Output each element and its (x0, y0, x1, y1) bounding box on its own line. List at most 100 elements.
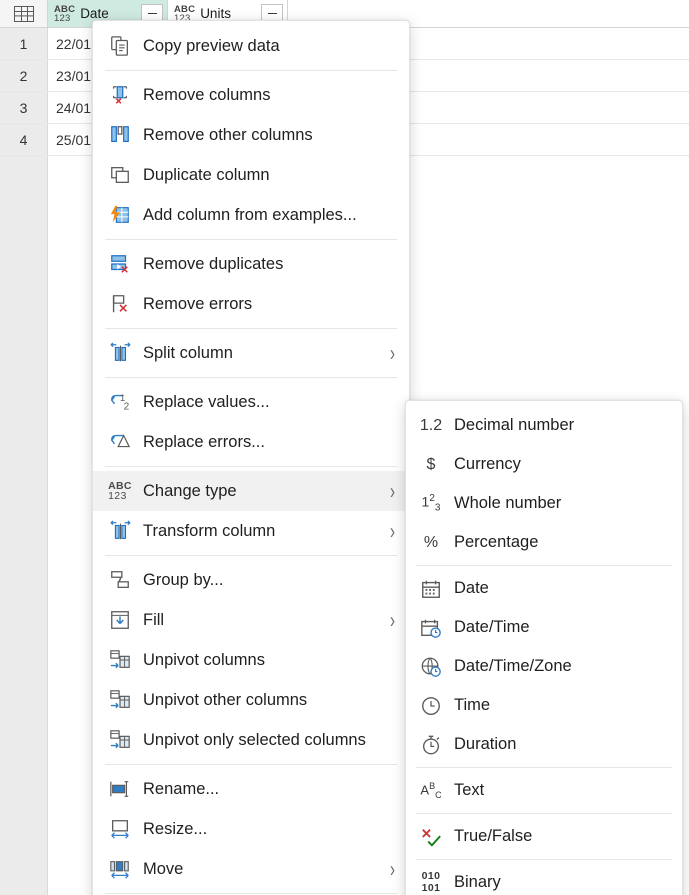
menu-item-fill[interactable]: Fill › (93, 600, 409, 640)
copy-icon (103, 33, 137, 59)
currency-icon: $ (416, 452, 446, 478)
menu-item-label: Fill (143, 611, 164, 630)
screenshot-root: ABC 123 Date ABC 123 Units 1 22/01 (0, 0, 689, 895)
submenu-item-percentage[interactable]: %Percentage (406, 523, 682, 562)
group-by-icon (103, 567, 137, 593)
menu-item-unpivot-only-selected-columns[interactable]: Unpivot only selected columns (93, 720, 409, 760)
menu-item-unpivot-other-columns[interactable]: Unpivot other columns (93, 680, 409, 720)
decimal-number-icon: 1.2 (416, 413, 446, 439)
menu-item-label: Resize... (143, 820, 207, 839)
submenu-item-date-time-zone[interactable]: Date/Time/Zone (406, 647, 682, 686)
chevron-right-icon: › (390, 858, 397, 881)
menu-separator (105, 764, 397, 765)
calendar-icon (416, 576, 446, 602)
submenu-item-decimal-number[interactable]: 1.2Decimal number (406, 406, 682, 445)
menu-item-label: Unpivot columns (143, 651, 265, 670)
menu-item-label: Remove other columns (143, 126, 313, 145)
menu-separator (105, 893, 397, 894)
menu-item-label: Remove errors (143, 295, 252, 314)
row-number: 1 (0, 28, 48, 59)
remove-errors-icon (103, 291, 137, 317)
whole-number-icon: 123 (416, 491, 446, 517)
remove-columns-icon (103, 82, 137, 108)
submenu-item-time[interactable]: Time (406, 686, 682, 725)
submenu-item-text[interactable]: ABCText (406, 771, 682, 810)
menu-item-move[interactable]: Move› (93, 849, 409, 889)
menu-separator (416, 813, 672, 814)
globe-clock-icon (416, 654, 446, 680)
menu-item-split-column[interactable]: Split column › (93, 333, 409, 373)
true-false-icon (416, 824, 446, 850)
row-number: 3 (0, 92, 48, 123)
rename-icon (103, 776, 137, 802)
unpivot-icon (103, 727, 137, 753)
resize-icon (103, 816, 137, 842)
type-icon-bottom: 123 (54, 14, 75, 24)
remove-duplicates-icon (103, 251, 137, 277)
calendar-clock-icon (416, 615, 446, 641)
submenu-item-whole-number[interactable]: 123 Whole number (406, 484, 682, 523)
menu-separator (416, 565, 672, 566)
stopwatch-icon (416, 732, 446, 758)
submenu-item-true-false[interactable]: True/False (406, 817, 682, 856)
abc123-icon: ABC123 (103, 478, 137, 504)
fill-icon (103, 607, 137, 633)
menu-item-label: Date/Time/Zone (454, 657, 572, 676)
menu-item-label: Rename... (143, 780, 219, 799)
menu-item-label: Unpivot other columns (143, 691, 307, 710)
chevron-right-icon: › (390, 342, 397, 365)
menu-item-remove-other-columns[interactable]: Remove other columns (93, 115, 409, 155)
chevron-right-icon: › (390, 609, 397, 632)
submenu-item-currency[interactable]: $Currency (406, 445, 682, 484)
menu-item-remove-duplicates[interactable]: Remove duplicates (93, 244, 409, 284)
binary-icon: 010101 (416, 870, 446, 895)
menu-item-copy-preview-data[interactable]: Copy preview data (93, 26, 409, 66)
submenu-item-date[interactable]: Date (406, 569, 682, 608)
menu-item-label: Replace errors... (143, 433, 265, 452)
menu-item-label: Split column (143, 344, 233, 363)
chevron-right-icon: › (390, 520, 397, 543)
menu-item-label: Duration (454, 735, 516, 754)
menu-separator (105, 555, 397, 556)
submenu-item-date-time[interactable]: Date/Time (406, 608, 682, 647)
menu-item-label: Date (454, 579, 489, 598)
menu-item-label: Copy preview data (143, 37, 280, 56)
transform-column-icon (103, 518, 137, 544)
menu-item-label: Date/Time (454, 618, 530, 637)
column-context-menu[interactable]: Copy preview data Remove columns Remove ot… (92, 20, 410, 895)
menu-item-replace-errors[interactable]: Replace errors... (93, 422, 409, 462)
menu-item-label: Change type (143, 482, 237, 501)
menu-item-remove-columns[interactable]: Remove columns (93, 75, 409, 115)
abc123-icon: ABC 123 (54, 4, 75, 24)
menu-item-resize[interactable]: Resize... (93, 809, 409, 849)
select-all-cell[interactable] (0, 0, 48, 27)
menu-item-change-type[interactable]: ABC123Change type› (93, 471, 409, 511)
menu-item-group-by[interactable]: Group by... (93, 560, 409, 600)
split-column-icon (103, 340, 137, 366)
menu-item-transform-column[interactable]: Transform column› (93, 511, 409, 551)
table-icon (14, 6, 34, 22)
row-number: 4 (0, 124, 48, 155)
menu-separator (105, 377, 397, 378)
row-number (0, 156, 48, 188)
menu-separator (416, 767, 672, 768)
menu-item-label: Binary (454, 873, 501, 892)
menu-item-add-column-from-examples[interactable]: Add column from examples... (93, 195, 409, 235)
change-type-submenu[interactable]: 1.2Decimal number$Currency 123 Whole numbe… (405, 400, 683, 895)
unpivot-icon (103, 647, 137, 673)
menu-item-label: Duplicate column (143, 166, 270, 185)
menu-item-remove-errors[interactable]: Remove errors (93, 284, 409, 324)
menu-item-label: Whole number (454, 494, 561, 513)
submenu-item-duration[interactable]: Duration (406, 725, 682, 764)
menu-separator (105, 466, 397, 467)
duplicate-column-icon (103, 162, 137, 188)
menu-item-rename[interactable]: Rename... (93, 769, 409, 809)
remove-other-columns-icon (103, 122, 137, 148)
menu-item-replace-values[interactable]: 12Replace values... (93, 382, 409, 422)
menu-item-unpivot-columns[interactable]: Unpivot columns (93, 640, 409, 680)
percentage-icon: % (416, 530, 446, 556)
submenu-item-binary[interactable]: 010101 Binary (406, 863, 682, 895)
menu-item-label: Remove duplicates (143, 255, 283, 274)
menu-item-duplicate-column[interactable]: Duplicate column (93, 155, 409, 195)
text-abc-icon: ABC (416, 778, 446, 804)
